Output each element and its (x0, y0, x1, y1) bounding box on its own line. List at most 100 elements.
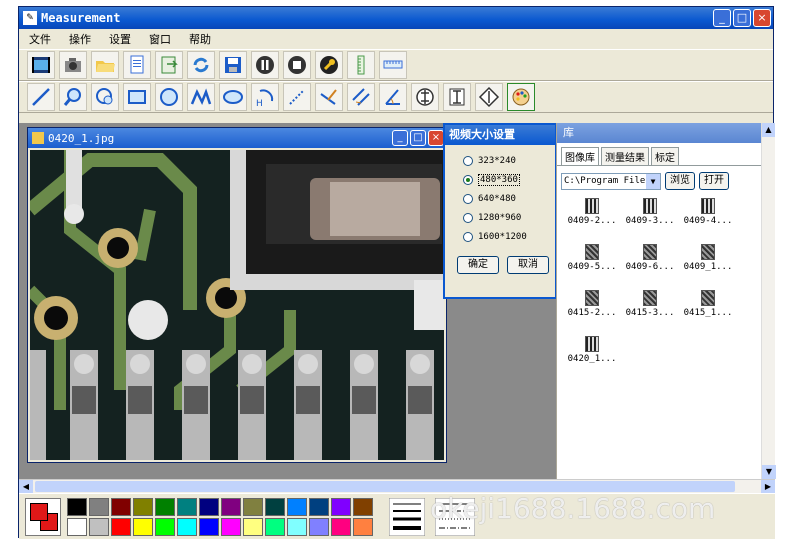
dotted-line-icon[interactable] (283, 83, 311, 111)
image-minimize-button[interactable]: _ (392, 130, 408, 146)
vertical-measure-icon[interactable] (443, 83, 471, 111)
thumbnail-item[interactable]: 0409-2... (563, 198, 621, 226)
tab-measure-results[interactable]: 测量结果 (601, 147, 649, 165)
angle-icon[interactable] (379, 83, 407, 111)
tab-image-library[interactable]: 图像库 (561, 147, 599, 165)
thumbnail-item[interactable]: 0409-5... (563, 244, 621, 272)
color-swatch[interactable] (221, 518, 241, 536)
color-swatch[interactable] (67, 498, 87, 516)
scroll-left-icon[interactable]: ◀ (19, 480, 33, 493)
angle-line-icon[interactable] (315, 83, 343, 111)
pcb-image[interactable] (30, 150, 444, 460)
line-icon[interactable] (27, 83, 55, 111)
radio-option-4[interactable]: 1280*960 (445, 208, 555, 227)
line-width-icon[interactable] (389, 498, 425, 536)
color-swatch[interactable] (67, 518, 87, 536)
color-swatch[interactable] (265, 518, 285, 536)
vertical-ruler-icon[interactable] (347, 51, 375, 79)
color-swatch[interactable] (199, 498, 219, 516)
diamond-measure-icon[interactable] (475, 83, 503, 111)
tab-calibration[interactable]: 标定 (651, 147, 679, 165)
color-swatch[interactable] (309, 498, 329, 516)
color-swatch[interactable] (177, 518, 197, 536)
scroll-right-icon[interactable]: ▶ (761, 480, 775, 493)
color-swatch[interactable] (243, 518, 263, 536)
thumbnail-item[interactable]: 0409_1... (679, 244, 737, 272)
color-swatch[interactable] (353, 498, 373, 516)
thumbnail-item[interactable]: 0409-3... (621, 198, 679, 226)
stop-icon[interactable] (283, 51, 311, 79)
path-combo[interactable]: C:\Program Files ▼ (561, 172, 661, 190)
horizontal-measure-icon[interactable] (411, 83, 439, 111)
color-swatch[interactable] (331, 518, 351, 536)
color-swatch[interactable] (133, 498, 153, 516)
scroll-up-icon[interactable]: ▲ (762, 123, 775, 137)
radio-button[interactable] (463, 155, 473, 166)
radio-option-2[interactable]: 480*360 (445, 170, 555, 189)
radio-option-3[interactable]: 640*480 (445, 189, 555, 208)
pause-icon[interactable] (251, 51, 279, 79)
horizontal-ruler-icon[interactable] (379, 51, 407, 79)
circle-zoom-icon[interactable] (91, 83, 119, 111)
image-maximize-button[interactable]: □ (410, 130, 426, 146)
radio-button[interactable] (463, 231, 473, 242)
color-swatch[interactable] (199, 518, 219, 536)
color-swatch[interactable] (287, 498, 307, 516)
video-icon[interactable] (27, 51, 55, 79)
circle-icon[interactable] (155, 83, 183, 111)
chevron-down-icon[interactable]: ▼ (646, 173, 660, 189)
color-swatch[interactable] (177, 498, 197, 516)
minimize-button[interactable]: _ (713, 9, 731, 27)
color-swatch[interactable] (111, 498, 131, 516)
horizontal-scrollbar[interactable]: ◀ ▶ (19, 479, 775, 493)
scroll-thumb[interactable] (35, 481, 735, 492)
color-swatch[interactable] (133, 518, 153, 536)
palette-icon[interactable] (507, 83, 535, 111)
color-swatch[interactable] (89, 498, 109, 516)
foreground-color-swatch[interactable] (30, 503, 48, 521)
radio-option-5[interactable]: 1600*1200 (445, 227, 555, 246)
menu-help[interactable]: 帮助 (189, 31, 211, 47)
save-icon[interactable] (219, 51, 247, 79)
thumbnail-item[interactable]: 0415_1... (679, 290, 737, 318)
radio-button[interactable] (463, 212, 473, 223)
menu-settings[interactable]: 设置 (109, 31, 131, 47)
thumbnail-item[interactable]: 0415-3... (621, 290, 679, 318)
menu-operation[interactable]: 操作 (69, 31, 91, 47)
color-swatch[interactable] (155, 518, 175, 536)
menu-file[interactable]: 文件 (29, 31, 51, 47)
color-swatch[interactable] (155, 498, 175, 516)
open-button[interactable]: 打开 (699, 172, 729, 190)
color-swatch[interactable] (309, 518, 329, 536)
maximize-button[interactable]: □ (733, 9, 751, 27)
zoom-icon[interactable] (59, 83, 87, 111)
polyline-icon[interactable] (187, 83, 215, 111)
radio-button[interactable] (463, 193, 473, 204)
wrench-icon[interactable] (315, 51, 343, 79)
color-swatch[interactable] (243, 498, 263, 516)
color-swatch[interactable] (111, 518, 131, 536)
thumbnail-item[interactable]: 0409-6... (621, 244, 679, 272)
close-button[interactable]: × (753, 9, 771, 27)
arc-height-icon[interactable]: H (251, 83, 279, 111)
color-swatch[interactable] (331, 498, 351, 516)
camera-icon[interactable] (59, 51, 87, 79)
ellipse-icon[interactable] (219, 83, 247, 111)
open-folder-icon[interactable] (91, 51, 119, 79)
radio-button-selected[interactable] (463, 174, 473, 185)
color-swatch[interactable] (89, 518, 109, 536)
export-icon[interactable] (155, 51, 183, 79)
thumbnail-item[interactable]: 0409-4... (679, 198, 737, 226)
scroll-down-icon[interactable]: ▼ (762, 465, 776, 479)
thumbnail-item[interactable]: 0420_1... (563, 336, 621, 364)
document-icon[interactable] (123, 51, 151, 79)
rectangle-icon[interactable] (123, 83, 151, 111)
color-swatch[interactable] (287, 518, 307, 536)
current-color[interactable] (25, 498, 61, 536)
browse-button[interactable]: 浏览 (665, 172, 695, 190)
radio-option-1[interactable]: 323*240 (445, 151, 555, 170)
menu-window[interactable]: 窗口 (149, 31, 171, 47)
library-scrollbar[interactable]: ▲ ▼ (761, 123, 776, 479)
refresh-icon[interactable] (187, 51, 215, 79)
color-swatch[interactable] (221, 498, 241, 516)
